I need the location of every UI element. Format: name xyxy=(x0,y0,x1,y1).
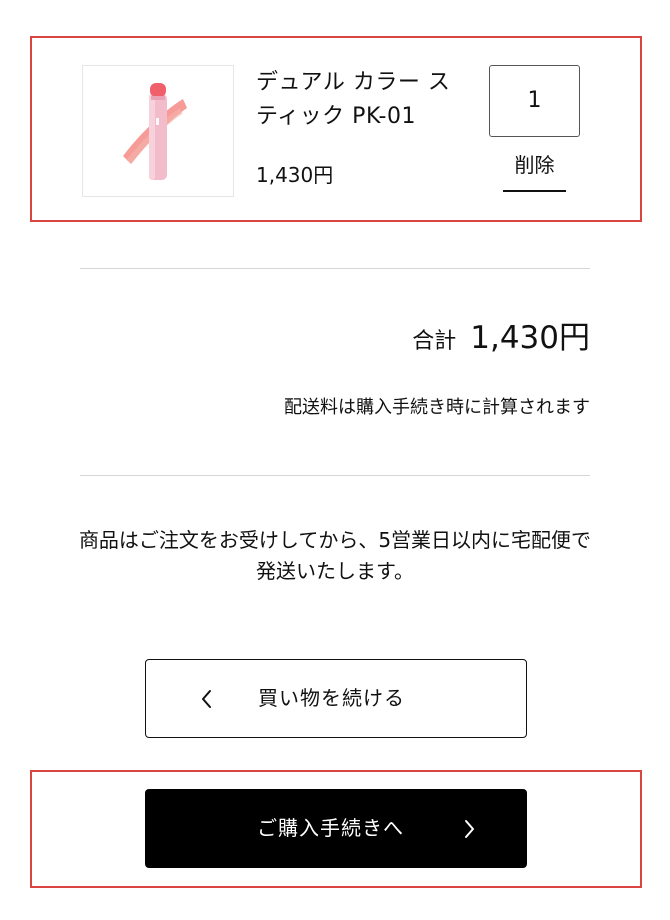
product-name[interactable]: デュアル カラー スティック PK-01 xyxy=(256,66,466,134)
delivery-note: 商品はご注文をお受けしてから、5営業日以内に宅配便で発送いたします。 xyxy=(78,528,592,583)
shipping-note: 配送料は購入手続き時に計算されます xyxy=(284,397,590,418)
continue-shopping-label: 買い物を続ける xyxy=(258,686,405,710)
delete-link[interactable]: 削除 xyxy=(503,150,566,192)
checkout-button[interactable]: ご購入手続きへ xyxy=(145,789,527,868)
checkout-label: ご購入手続きへ xyxy=(257,816,404,840)
divider xyxy=(80,475,590,476)
continue-shopping-button[interactable]: 買い物を続ける xyxy=(145,659,527,738)
chevron-left-icon xyxy=(202,690,211,708)
total-row: 合計 1,430円 xyxy=(412,312,590,357)
product-thumbnail[interactable] xyxy=(82,65,234,197)
divider xyxy=(80,268,590,269)
product-price: 1,430円 xyxy=(256,163,334,187)
total-label: 合計 xyxy=(412,329,457,354)
chevron-right-icon xyxy=(465,820,474,838)
total-value: 1,430円 xyxy=(470,320,590,356)
lip-stick-image xyxy=(123,83,187,180)
quantity-input[interactable]: 1 xyxy=(489,65,580,137)
